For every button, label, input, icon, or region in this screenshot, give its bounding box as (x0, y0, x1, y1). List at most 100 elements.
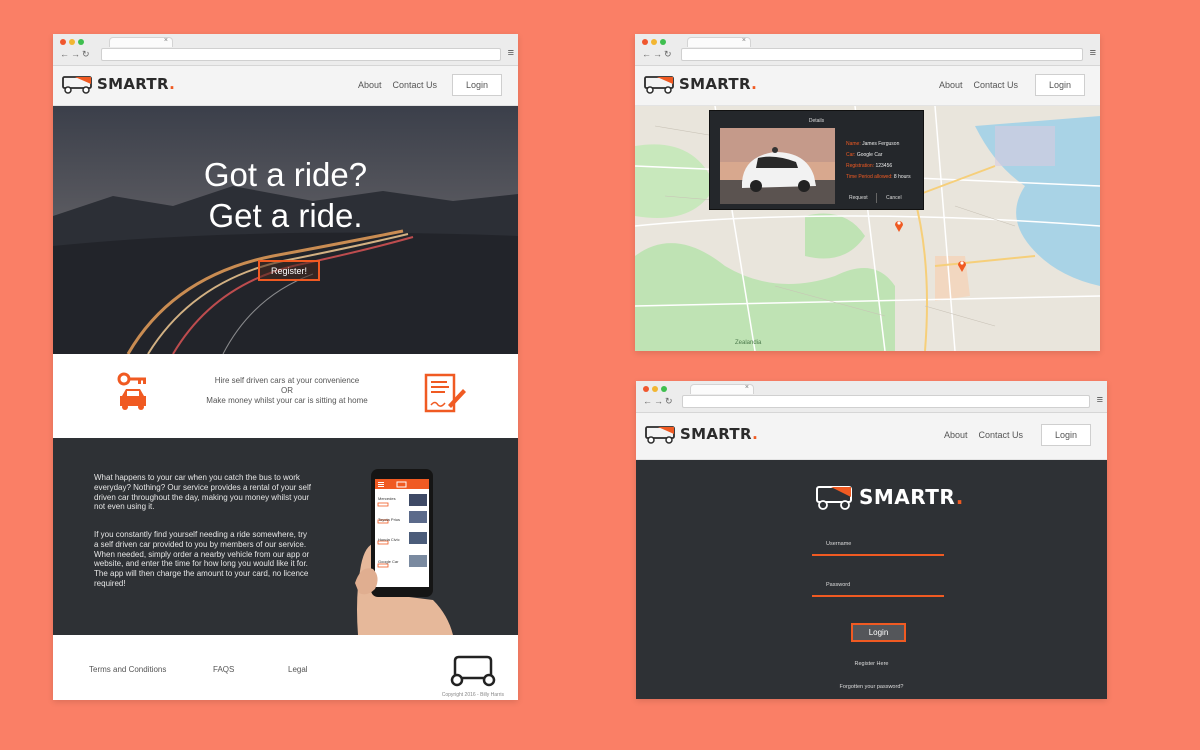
hero-section: Got a ride? Get a ride. Register! (53, 106, 518, 354)
address-bar[interactable] (682, 395, 1090, 408)
detail-reg-value: 123456 (875, 163, 893, 169)
nav-contact-link[interactable]: Contact Us (974, 80, 1019, 90)
hero-line-1: Got a ride? (203, 156, 368, 193)
details-popup: Details Name: James Ferguson Car: Google… (709, 110, 924, 210)
browser-tab[interactable]: × (687, 37, 751, 47)
car-outline-logo-icon (450, 655, 496, 687)
phone-item-4: Google Car (378, 559, 399, 564)
maximize-window-button[interactable] (661, 386, 667, 392)
hero-title: Got a ride? Get a ride. (53, 154, 518, 236)
site-header: SMARTR. About Contact Us Login (636, 413, 1107, 460)
detail-name-row: Name: James Ferguson (846, 141, 899, 147)
logo[interactable]: SMARTR. (61, 74, 175, 94)
feature-or: OR (281, 386, 293, 395)
features-section: Hire self driven cars at your convenienc… (53, 354, 518, 438)
about-section: What happens to your car when you catch … (53, 438, 518, 635)
main-nav: About Contact Us (944, 430, 1023, 440)
about-paragraph-1: What happens to your car when you catch … (94, 473, 311, 512)
minimize-window-button[interactable] (69, 39, 75, 45)
brand-dot: . (752, 425, 759, 443)
login-brand-text: SMARTR (859, 485, 956, 509)
address-bar[interactable] (681, 48, 1083, 61)
detail-time-row: Time Period allowed: 8 hours (846, 174, 911, 180)
location-pin-icon[interactable] (957, 258, 967, 272)
hand-holding-phone-image (355, 469, 453, 635)
password-field[interactable]: Password (812, 577, 944, 597)
minimize-window-button[interactable] (651, 39, 657, 45)
footer-terms-link[interactable]: Terms and Conditions (89, 665, 166, 674)
login-panel: SMARTR. Username Password Login Register… (636, 460, 1107, 699)
feature-text: Hire self driven cars at your convenienc… (173, 376, 401, 406)
login-submit-button[interactable]: Login (851, 623, 906, 642)
location-pin-icon[interactable] (894, 218, 904, 232)
browser-tab[interactable]: × (690, 384, 754, 394)
car-logo-icon (645, 426, 675, 444)
login-brand-dot: . (955, 485, 964, 509)
header-login-button[interactable]: Login (1035, 74, 1085, 96)
close-tab-icon[interactable]: × (742, 37, 746, 44)
header-login-button[interactable]: Login (452, 74, 502, 96)
detail-time-value: 8 hours (893, 174, 911, 180)
username-field[interactable]: Username (812, 536, 944, 556)
close-window-button[interactable] (642, 39, 648, 45)
login-brand-name: SMARTR. (859, 485, 964, 509)
nav-arrows-icon[interactable]: ←→↻ (643, 396, 675, 407)
detail-time-label: Time Period allowed: (846, 174, 893, 180)
close-tab-icon[interactable]: × (745, 384, 749, 391)
car-logo-icon (644, 76, 674, 94)
login-logo: SMARTR. (814, 484, 964, 510)
nav-about-link[interactable]: About (944, 430, 968, 440)
close-window-button[interactable] (60, 39, 66, 45)
brand-name: SMARTR. (680, 425, 758, 443)
username-label: Username (826, 541, 852, 547)
browser-chrome: × ←→↻ ≡ (53, 34, 518, 66)
detail-name-value: James Ferguson (862, 141, 900, 147)
brand-text: SMARTR (679, 75, 752, 93)
map[interactable]: Zealandia Details Name: James Ferguson C… (635, 106, 1100, 351)
detail-reg-label: Registration: (846, 163, 875, 169)
hamburger-menu-icon[interactable]: ≡ (508, 48, 514, 59)
header-login-button[interactable]: Login (1041, 424, 1091, 446)
register-button[interactable]: Register! (258, 260, 320, 281)
nav-arrows-icon[interactable]: ←→↻ (642, 49, 674, 60)
logo[interactable]: SMARTR. (644, 424, 758, 444)
close-window-button[interactable] (643, 386, 649, 392)
logo[interactable]: SMARTR. (643, 74, 757, 94)
cancel-button[interactable]: Cancel (886, 195, 902, 201)
hamburger-menu-icon[interactable]: ≡ (1097, 395, 1103, 406)
feature-line-2: Make money whilst your car is sitting at… (206, 396, 368, 405)
google-car-photo (720, 128, 835, 204)
browser-window-map: × ←→↻ ≡ SMARTR. About Contact Us Login Z… (635, 34, 1100, 351)
browser-chrome: × ←→↻ ≡ (636, 381, 1107, 413)
nav-about-link[interactable]: About (939, 80, 963, 90)
nav-contact-link[interactable]: Contact Us (979, 430, 1024, 440)
browser-window-home: × ←→↻ ≡ SMARTR. About Contact Us Login G… (53, 34, 518, 700)
footer-faqs-link[interactable]: FAQS (213, 665, 234, 674)
request-button[interactable]: Request (849, 195, 868, 201)
hamburger-menu-icon[interactable]: ≡ (1090, 48, 1096, 59)
browser-tab[interactable]: × (109, 37, 173, 47)
car-logo-icon (816, 486, 852, 510)
minimize-window-button[interactable] (652, 386, 658, 392)
nav-about-link[interactable]: About (358, 80, 382, 90)
password-label: Password (826, 582, 851, 588)
detail-reg-row: Registration: 123456 (846, 163, 892, 169)
details-title: Details (808, 118, 825, 124)
register-link[interactable]: Register Here (636, 661, 1107, 667)
brand-text: SMARTR (680, 425, 753, 443)
maximize-window-button[interactable] (78, 39, 84, 45)
maximize-window-button[interactable] (660, 39, 666, 45)
site-header: SMARTR. About Contact Us Login (635, 66, 1100, 106)
address-bar[interactable] (101, 48, 501, 61)
main-nav: About Contact Us (939, 80, 1018, 90)
copyright-text: Copyright 2016 - Billy Harris (441, 692, 504, 698)
nav-contact-link[interactable]: Contact Us (393, 80, 438, 90)
nav-arrows-icon[interactable]: ←→↻ (60, 49, 92, 60)
site-header: SMARTR. About Contact Us Login (53, 66, 518, 106)
browser-chrome: × ←→↻ ≡ (635, 34, 1100, 66)
window-controls (60, 39, 84, 45)
footer-legal-link[interactable]: Legal (288, 665, 308, 674)
map-place-label: Zealandia (735, 340, 762, 346)
close-tab-icon[interactable]: × (164, 37, 168, 44)
forgot-password-link[interactable]: Forgotten your password? (636, 684, 1107, 690)
